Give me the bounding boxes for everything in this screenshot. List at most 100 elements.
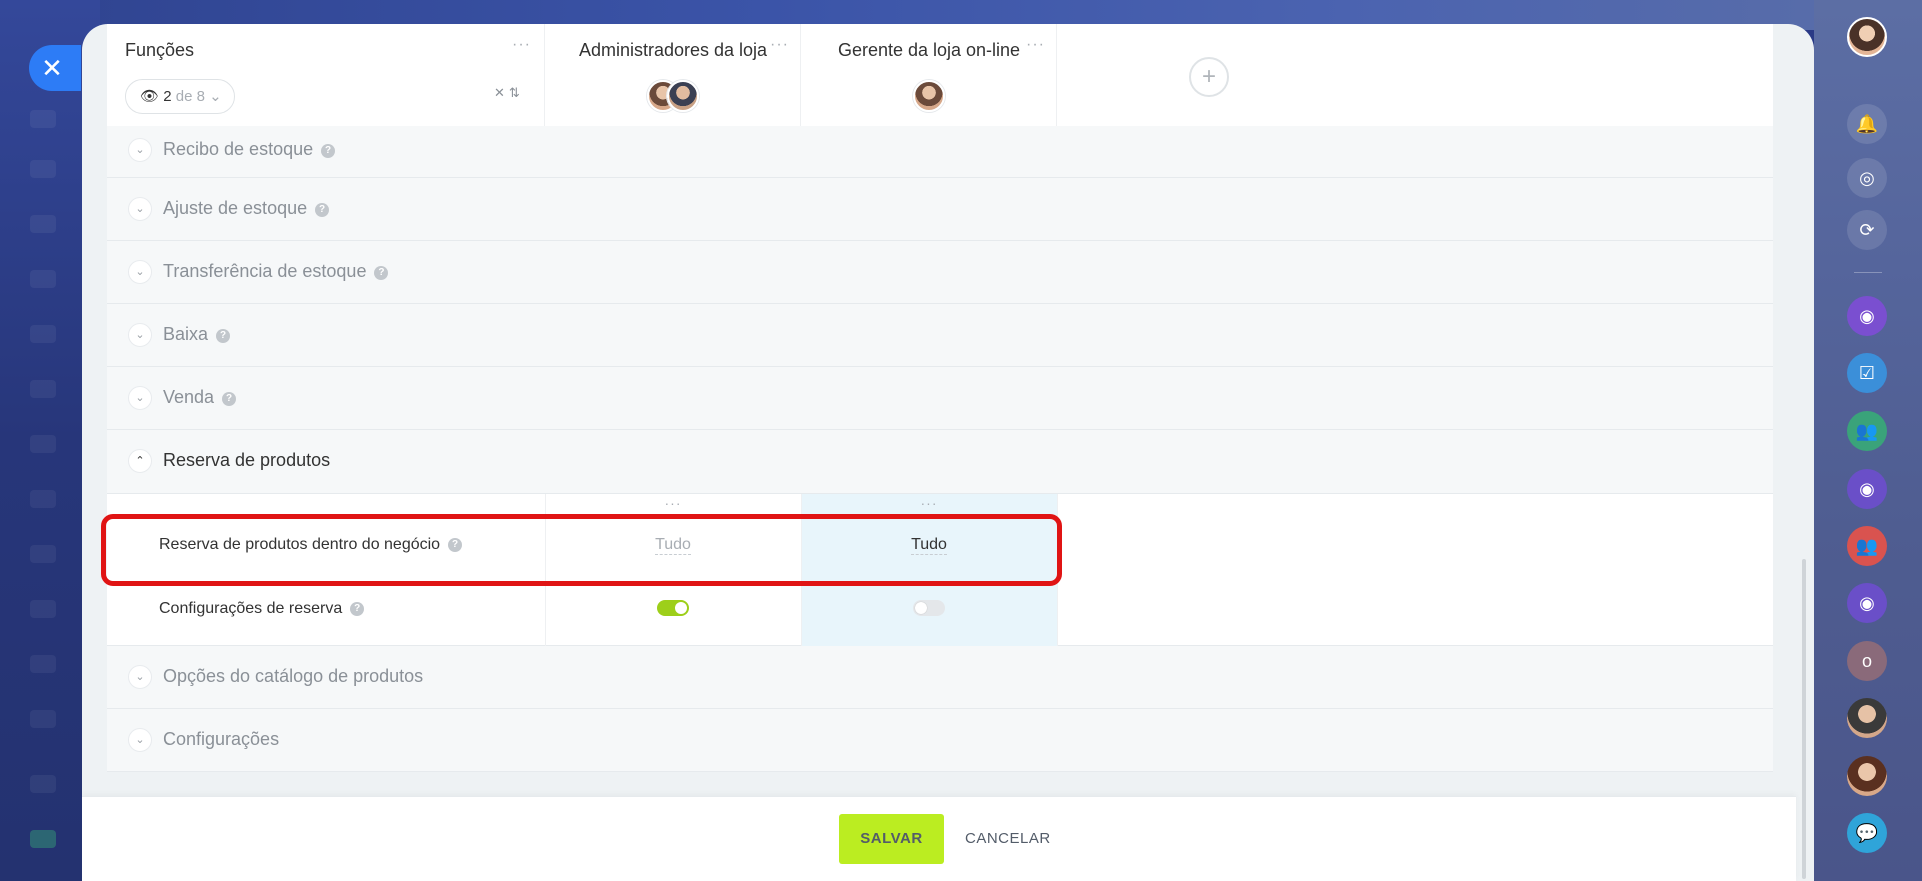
roles-panel: Funções ··· 👁 2 de 8 ⌄ ✕⇅ Administradore… bbox=[82, 24, 1814, 881]
bell-icon[interactable]: 🔔 bbox=[1847, 104, 1887, 144]
footer-bar: SALVAR CANCELAR bbox=[82, 796, 1796, 881]
section-label: Configurações bbox=[163, 729, 280, 749]
faint-icon bbox=[30, 380, 56, 398]
help-icon[interactable]: ? bbox=[315, 203, 330, 217]
permission-toggle[interactable] bbox=[657, 600, 689, 616]
faint-icon bbox=[30, 215, 56, 233]
roles-menu-dots[interactable]: ··· bbox=[512, 37, 531, 53]
contact-avatar[interactable] bbox=[1847, 756, 1887, 796]
permission-label: Configurações de reserva? bbox=[159, 600, 365, 618]
faint-icon bbox=[30, 545, 56, 563]
help-icon[interactable]: ? bbox=[321, 144, 336, 158]
user-avatar[interactable] bbox=[1847, 17, 1887, 57]
contact-avatar[interactable] bbox=[1847, 698, 1887, 738]
section-label: Reserva de produtos bbox=[163, 450, 331, 470]
section-label-text: Recibo de estoque bbox=[163, 139, 314, 159]
avatar bbox=[667, 80, 699, 112]
section-row[interactable]: ⌄ Venda? bbox=[107, 367, 1773, 430]
permission-toggle[interactable] bbox=[913, 600, 945, 616]
refresh-search-icon[interactable]: ⟳ bbox=[1847, 210, 1887, 250]
section-label: Transferência de estoque? bbox=[163, 261, 389, 282]
role-column-header: Administradores da loja ··· bbox=[545, 24, 801, 126]
section-row[interactable]: ⌄ Opções do catálogo de produtos bbox=[107, 646, 1773, 709]
scrollbar[interactable] bbox=[1802, 559, 1806, 879]
table-header: Funções ··· 👁 2 de 8 ⌄ ✕⇅ Administradore… bbox=[107, 24, 1773, 126]
chevron-down-icon[interactable]: ⌄ bbox=[128, 665, 152, 689]
chevron-down-icon[interactable]: ⌄ bbox=[128, 197, 152, 221]
faint-icon bbox=[30, 830, 56, 848]
visible-roles-filter[interactable]: 👁 2 de 8 ⌄ bbox=[125, 79, 235, 114]
faint-icon bbox=[30, 710, 56, 728]
chevron-down-icon[interactable]: ⌄ bbox=[128, 138, 152, 162]
section-label: Opções do catálogo de produtos bbox=[163, 666, 424, 686]
avatar bbox=[913, 80, 945, 112]
total-count: de 8 bbox=[175, 88, 205, 105]
eye-icon: 👁 bbox=[140, 88, 160, 105]
section-label: Recibo de estoque? bbox=[163, 139, 336, 160]
faint-icon bbox=[30, 600, 56, 618]
visible-count: 2 bbox=[163, 88, 172, 105]
section-label: Baixa? bbox=[163, 324, 231, 345]
chevron-down-icon[interactable]: ⌄ bbox=[128, 260, 152, 284]
toggle-knob bbox=[915, 602, 927, 614]
highlight-annotation bbox=[101, 514, 1062, 586]
openlines-icon[interactable]: ◉ bbox=[1847, 469, 1887, 509]
right-sidebar: 🔔 ◎ ⟳ ◉ ☑ 👥 ◉ 👥 ◉ o 💬 bbox=[1814, 0, 1922, 881]
chevron-down-icon: ⌄ bbox=[209, 88, 222, 105]
contact-icon[interactable]: o bbox=[1847, 641, 1887, 681]
chat-bubble-icon[interactable]: 💬 bbox=[1847, 813, 1887, 853]
section-label: Ajuste de estoque? bbox=[163, 198, 330, 219]
section-row[interactable]: ⌄ Transferência de estoque? bbox=[107, 241, 1773, 304]
section-label-text: Ajuste de estoque bbox=[163, 198, 308, 218]
section-label-text: Baixa bbox=[163, 324, 209, 344]
help-icon[interactable]: ? bbox=[350, 602, 365, 616]
target-icon[interactable]: ◎ bbox=[1847, 158, 1887, 198]
help-icon[interactable]: ? bbox=[374, 266, 389, 280]
faint-icon bbox=[30, 270, 56, 288]
roles-header-cell: Funções ··· 👁 2 de 8 ⌄ ✕⇅ bbox=[107, 24, 545, 126]
chevron-down-icon[interactable]: ⌄ bbox=[128, 323, 152, 347]
cancel-button[interactable]: CANCELAR bbox=[965, 814, 1051, 864]
faint-icon bbox=[30, 655, 56, 673]
chevron-down-icon[interactable]: ⌄ bbox=[128, 728, 152, 752]
save-button[interactable]: SALVAR bbox=[839, 814, 944, 864]
faint-icon bbox=[30, 775, 56, 793]
column-menu-dots[interactable]: ··· bbox=[1026, 37, 1045, 53]
tasks-icon[interactable]: ☑ bbox=[1847, 353, 1887, 393]
openlines-icon[interactable]: ◉ bbox=[1847, 296, 1887, 336]
faint-icon bbox=[30, 490, 56, 508]
help-icon[interactable]: ? bbox=[222, 392, 237, 406]
section-row[interactable]: ⌄ Recibo de estoque? bbox=[107, 126, 1773, 178]
section-row[interactable]: ⌄ Configurações bbox=[107, 709, 1773, 772]
permission-label-text: Configurações de reserva bbox=[159, 600, 343, 617]
faint-icon bbox=[30, 325, 56, 343]
section-row-expanded[interactable]: ⌃ Reserva de produtos bbox=[107, 430, 1773, 494]
group-chat-icon[interactable]: 👥 bbox=[1847, 411, 1887, 451]
section-label-text: Transferência de estoque bbox=[163, 261, 367, 281]
section-label: Venda? bbox=[163, 387, 237, 408]
section-label-text: Venda bbox=[163, 387, 215, 407]
close-panel-button[interactable]: ✕ bbox=[29, 45, 81, 91]
chevron-down-icon[interactable]: ⌄ bbox=[128, 386, 152, 410]
faint-icon bbox=[30, 160, 56, 178]
group-chat-icon[interactable]: 👥 bbox=[1847, 526, 1887, 566]
add-role-button[interactable]: + bbox=[1189, 57, 1229, 97]
section-row[interactable]: ⌄ Baixa? bbox=[107, 304, 1773, 367]
chevron-up-icon[interactable]: ⌃ bbox=[128, 449, 152, 473]
faint-icon bbox=[30, 110, 56, 128]
column-menu-dots[interactable]: ··· bbox=[770, 37, 789, 53]
column-menu-dots[interactable]: ··· bbox=[545, 496, 801, 510]
column-menu-dots[interactable]: ··· bbox=[801, 496, 1057, 510]
role-column-header: Gerente da loja on-line ··· bbox=[801, 24, 1057, 126]
help-icon[interactable]: ? bbox=[216, 329, 231, 343]
openlines-icon[interactable]: ◉ bbox=[1847, 583, 1887, 623]
toggle-knob bbox=[675, 602, 687, 614]
faint-icon bbox=[30, 435, 56, 453]
role-title: Administradores da loja bbox=[578, 40, 768, 60]
collapse-expand-icons[interactable]: ✕⇅ bbox=[494, 85, 524, 101]
section-row[interactable]: ⌄ Ajuste de estoque? bbox=[107, 178, 1773, 241]
roles-title: Funções bbox=[125, 40, 195, 60]
rail-divider bbox=[1854, 272, 1882, 273]
close-icon: ✕ bbox=[41, 53, 63, 83]
role-title: Gerente da loja on-line bbox=[837, 40, 1021, 60]
